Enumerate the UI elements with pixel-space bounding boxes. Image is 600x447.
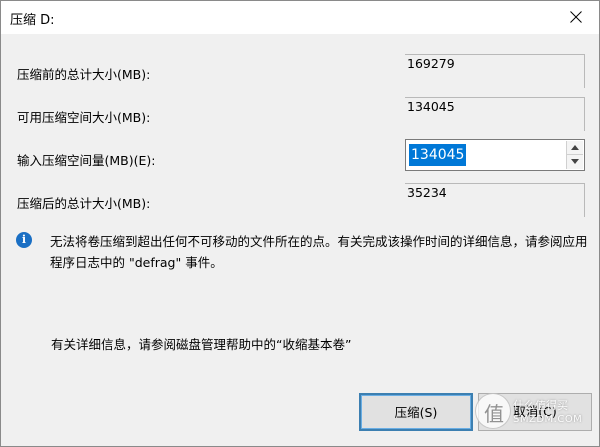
close-icon[interactable] <box>570 11 582 23</box>
chevron-down-icon <box>571 159 579 164</box>
total-before-label: 压缩前的总计大小(MB): <box>17 67 151 82</box>
shrink-amount-label: 输入压缩空间量(MB)(E): <box>17 153 156 168</box>
chevron-up-icon <box>571 145 579 150</box>
title-bar: 压缩 D: <box>1 1 599 34</box>
shrink-dialog: 压缩 D: 压缩前的总计大小(MB): 169279 可用压缩空间大小(MB):… <box>0 0 600 447</box>
total-after-value: 35234 <box>405 183 585 217</box>
spin-up-button[interactable] <box>567 141 583 155</box>
spin-buttons <box>566 141 583 169</box>
watermark-logo: 值 <box>475 393 511 429</box>
spin-down-button[interactable] <box>567 155 583 169</box>
close-button[interactable] <box>553 1 599 34</box>
total-after-label: 压缩后的总计大小(MB): <box>17 196 151 211</box>
shrink-amount-input[interactable]: 134045 <box>405 139 585 171</box>
window-title: 压缩 D: <box>10 13 55 28</box>
shrink-amount-value[interactable]: 134045 <box>409 144 467 166</box>
info-message: 无法将卷压缩到超出任何不可移动的文件所在的点。有关完成该操作时间的详细信息，请参… <box>50 234 588 270</box>
watermark-site: SMZDM.COM <box>513 414 583 425</box>
available-space-value: 134045 <box>405 97 585 131</box>
info-icon: i <box>16 232 32 248</box>
watermark-text: 什么值得买 <box>513 399 568 412</box>
total-before-value: 169279 <box>405 54 585 88</box>
watermark-glyph: 值 <box>484 402 504 426</box>
available-space-label: 可用压缩空间大小(MB): <box>17 110 151 125</box>
shrink-button[interactable]: 压缩(S) <box>359 393 473 431</box>
more-info-text: 有关详细信息，请参阅磁盘管理帮助中的“收缩基本卷” <box>51 337 352 352</box>
